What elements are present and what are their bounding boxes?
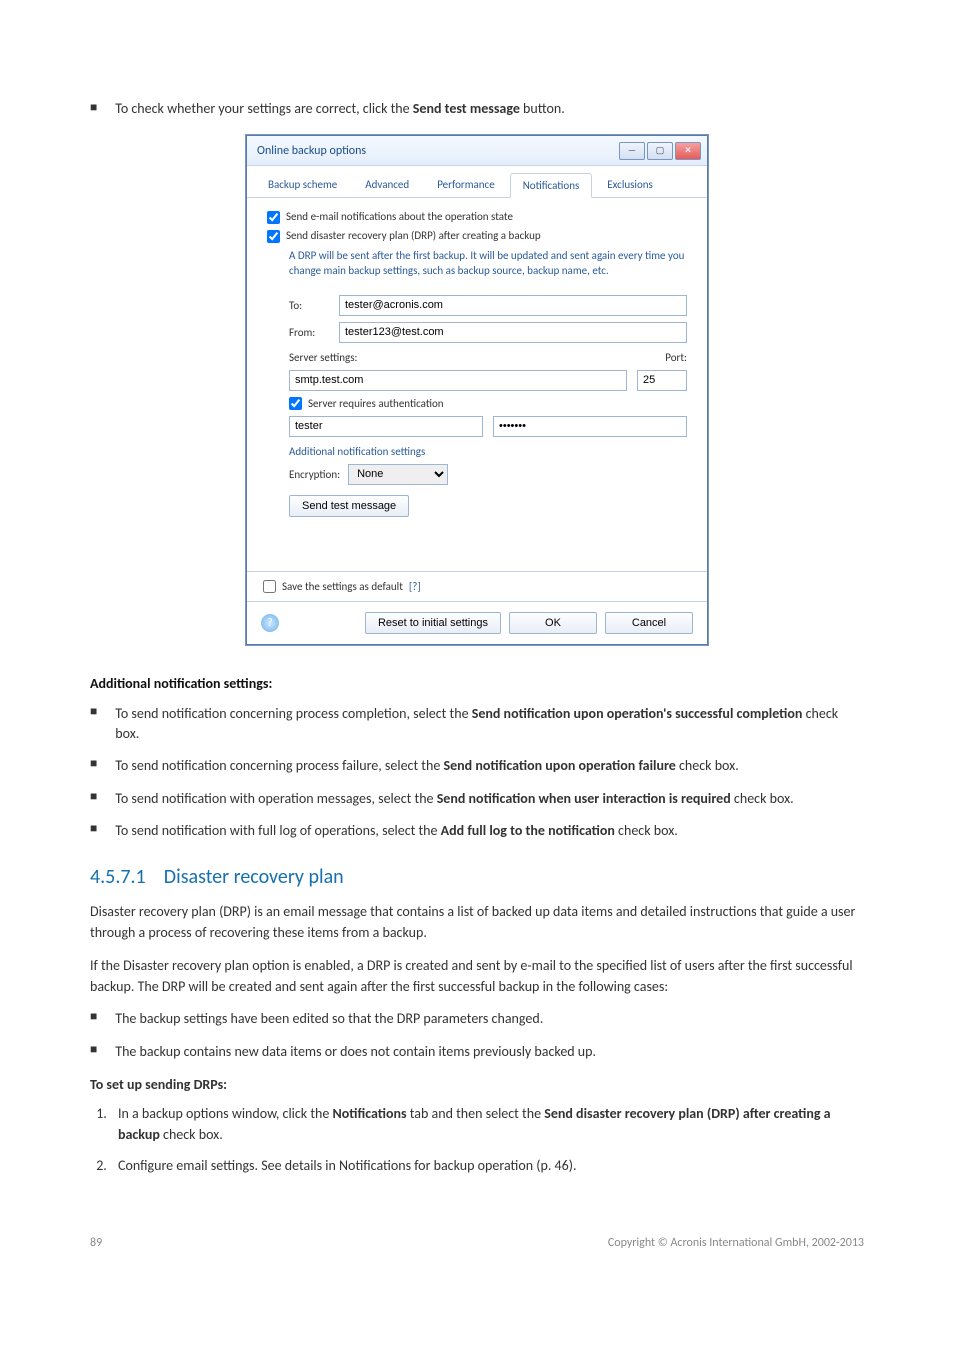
tab-exclusions[interactable]: Exclusions <box>594 172 666 197</box>
maximize-button[interactable]: ▢ <box>647 142 673 160</box>
port-input[interactable] <box>637 370 687 391</box>
from-label: From: <box>289 326 329 339</box>
reset-button[interactable]: Reset to initial settings <box>365 612 501 634</box>
online-backup-options-dialog: Online backup options — ▢ ✕ Backup schem… <box>246 135 708 645</box>
port-label: Port: <box>665 351 687 364</box>
tab-performance[interactable]: Performance <box>424 172 508 197</box>
drp-note: A DRP will be sent after the first backu… <box>289 248 687 279</box>
additional-notif-heading: Additional notification settings: <box>90 675 864 692</box>
bullet-icon: ■ <box>90 100 97 117</box>
smtp-input[interactable] <box>289 370 627 391</box>
section-heading: 4.5.7.1 Disaster recovery plan <box>90 865 864 889</box>
dialog-titlebar: Online backup options — ▢ ✕ <box>247 136 707 166</box>
save-default-checkbox[interactable] <box>263 580 276 593</box>
bullet-icon: ■ <box>90 1042 97 1062</box>
chk1-label: Send e-mail notifications about the oper… <box>286 210 513 223</box>
bullet-icon: ■ <box>90 756 97 776</box>
server-settings-label: Server settings: <box>289 351 357 364</box>
cancel-button[interactable]: Cancel <box>605 612 693 634</box>
minimize-button[interactable]: — <box>619 142 645 160</box>
save-default-hint[interactable]: [?] <box>409 580 421 593</box>
paragraph-1: Disaster recovery plan (DRP) is an email… <box>90 901 864 943</box>
tab-row: Backup scheme Advanced Performance Notif… <box>247 166 707 198</box>
encryption-label: Encryption: <box>289 468 340 481</box>
from-input[interactable] <box>339 322 687 343</box>
tab-backup-scheme[interactable]: Backup scheme <box>255 172 350 197</box>
setup-heading: To set up sending DRPs: <box>90 1076 864 1093</box>
tab-notifications[interactable]: Notifications <box>510 173 593 198</box>
save-default-label: Save the settings as default <box>282 580 403 593</box>
bullet-icon: ■ <box>90 821 97 841</box>
auth-checkbox[interactable] <box>289 397 302 410</box>
intro-text: To check whether your settings are corre… <box>115 100 565 117</box>
bullet-icon: ■ <box>90 789 97 809</box>
paragraph-2: If the Disaster recovery plan option is … <box>90 955 864 997</box>
additional-settings-header: Additional notification settings <box>289 445 687 458</box>
send-drp-checkbox[interactable] <box>267 230 280 243</box>
to-label: To: <box>289 299 329 312</box>
username-input[interactable] <box>289 416 483 437</box>
help-icon[interactable]: ? <box>261 614 279 632</box>
send-notifications-checkbox[interactable] <box>267 211 280 224</box>
chk2-label: Send disaster recovery plan (DRP) after … <box>286 229 541 242</box>
password-input[interactable] <box>493 416 687 437</box>
page-number: 89 <box>90 1236 102 1250</box>
steps-list: In a backup options window, click the No… <box>90 1103 864 1176</box>
cases-list: ■The backup settings have been edited so… <box>90 1009 864 1062</box>
dialog-title: Online backup options <box>257 144 366 158</box>
copyright: Copyright © Acronis International GmbH, … <box>608 1236 864 1250</box>
to-input[interactable] <box>339 295 687 316</box>
ok-button[interactable]: OK <box>509 612 597 634</box>
close-button[interactable]: ✕ <box>675 142 701 160</box>
auth-label: Server requires authentication <box>308 397 444 410</box>
bullet-icon: ■ <box>90 1009 97 1029</box>
tab-advanced[interactable]: Advanced <box>352 172 422 197</box>
bullet-icon: ■ <box>90 704 97 745</box>
additional-bullets: ■To send notification concerning process… <box>90 704 864 841</box>
encryption-select[interactable]: None <box>348 464 448 485</box>
send-test-message-button[interactable]: Send test message <box>289 495 409 517</box>
